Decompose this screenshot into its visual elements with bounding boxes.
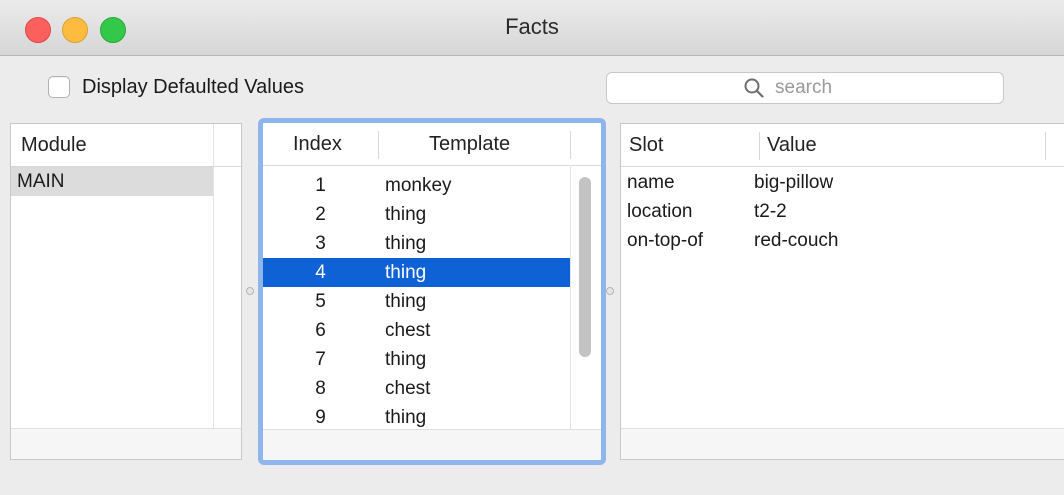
fact-row[interactable]: 1 monkey: [263, 171, 601, 200]
value-column-header[interactable]: Value: [767, 124, 817, 166]
module-header[interactable]: Module: [11, 124, 241, 167]
fact-index: 6: [315, 320, 326, 341]
index-column-header[interactable]: Index: [293, 123, 342, 165]
fact-row[interactable]: 3 thing: [263, 229, 601, 258]
slot-column-header[interactable]: Slot: [629, 124, 663, 166]
fact-template: thing: [385, 349, 427, 370]
slots-table-footer: [621, 428, 1064, 459]
slot-name: name: [627, 172, 675, 193]
module-list-footer: [11, 428, 241, 459]
slot-name: location: [627, 201, 693, 222]
search-field[interactable]: [606, 72, 1004, 104]
column-divider[interactable]: [378, 131, 379, 159]
fact-index: 9: [315, 407, 326, 428]
fact-index: 5: [315, 291, 326, 312]
fact-index: 4: [315, 262, 326, 283]
slot-row[interactable]: location t2-2: [621, 197, 1064, 226]
slot-value-table[interactable]: Slot Value name big-pillow location t2-2 on-…: [620, 123, 1064, 460]
template-column-header[interactable]: Template: [429, 123, 510, 165]
fact-index: 2: [315, 204, 326, 225]
fact-index: 7: [315, 349, 326, 370]
fact-row[interactable]: 8 chest: [263, 374, 601, 403]
fact-template: thing: [385, 291, 427, 312]
fact-template: chest: [385, 378, 431, 399]
fact-row[interactable]: 5 thing: [263, 287, 601, 316]
fact-row[interactable]: 9 thing: [263, 403, 601, 432]
vertical-scrollbar[interactable]: [579, 177, 591, 357]
fact-template: monkey: [385, 175, 452, 196]
column-divider[interactable]: [1045, 132, 1046, 160]
module-list[interactable]: Module MAIN: [10, 123, 242, 460]
fact-row[interactable]: 4 thing: [263, 258, 570, 287]
module-column-header[interactable]: Module: [21, 124, 87, 166]
module-row[interactable]: MAIN: [11, 167, 213, 196]
slot-row[interactable]: name big-pillow: [621, 168, 1064, 197]
fact-row[interactable]: 7 thing: [263, 345, 601, 374]
slot-value: red-couch: [754, 230, 839, 251]
facts-list[interactable]: Index Template 1 monkey 2 thing 3 thing 4 thing…: [258, 118, 606, 465]
title-bar[interactable]: Facts: [0, 0, 1064, 56]
fact-template: thing: [385, 204, 427, 225]
fact-index: 1: [315, 175, 326, 196]
fact-index: 8: [315, 378, 326, 399]
slot-name: on-top-of: [627, 230, 704, 251]
facts-window: Facts Display Defaulted Values Module MA…: [0, 0, 1064, 495]
fact-template: thing: [385, 262, 427, 283]
column-divider[interactable]: [570, 131, 571, 159]
fact-template: thing: [385, 233, 427, 254]
display-defaulted-checkbox[interactable]: [48, 76, 70, 98]
facts-list-footer: [263, 429, 601, 460]
status-bar: [0, 468, 1064, 495]
display-defaulted-label[interactable]: Display Defaulted Values: [82, 76, 304, 99]
search-icon: [744, 78, 764, 98]
splitter-handle-right[interactable]: [606, 287, 614, 295]
search-input[interactable]: [773, 76, 867, 100]
display-defaulted-toggle[interactable]: Display Defaulted Values: [48, 72, 304, 102]
fact-template: thing: [385, 407, 427, 428]
slot-value: t2-2: [754, 201, 787, 222]
slot-value: big-pillow: [754, 172, 834, 193]
slot-row[interactable]: on-top-of red-couch: [621, 226, 1064, 255]
splitter-handle-left[interactable]: [246, 287, 254, 295]
column-divider[interactable]: [759, 132, 760, 160]
window-title: Facts: [505, 14, 559, 39]
fact-row[interactable]: 2 thing: [263, 200, 601, 229]
column-divider: [213, 124, 214, 459]
fact-row[interactable]: 6 chest: [263, 316, 601, 345]
fact-template: chest: [385, 320, 431, 341]
facts-header: Index Template: [263, 123, 601, 166]
fact-index: 3: [315, 233, 326, 254]
module-name: MAIN: [17, 171, 65, 192]
slots-header: Slot Value: [621, 124, 1064, 167]
